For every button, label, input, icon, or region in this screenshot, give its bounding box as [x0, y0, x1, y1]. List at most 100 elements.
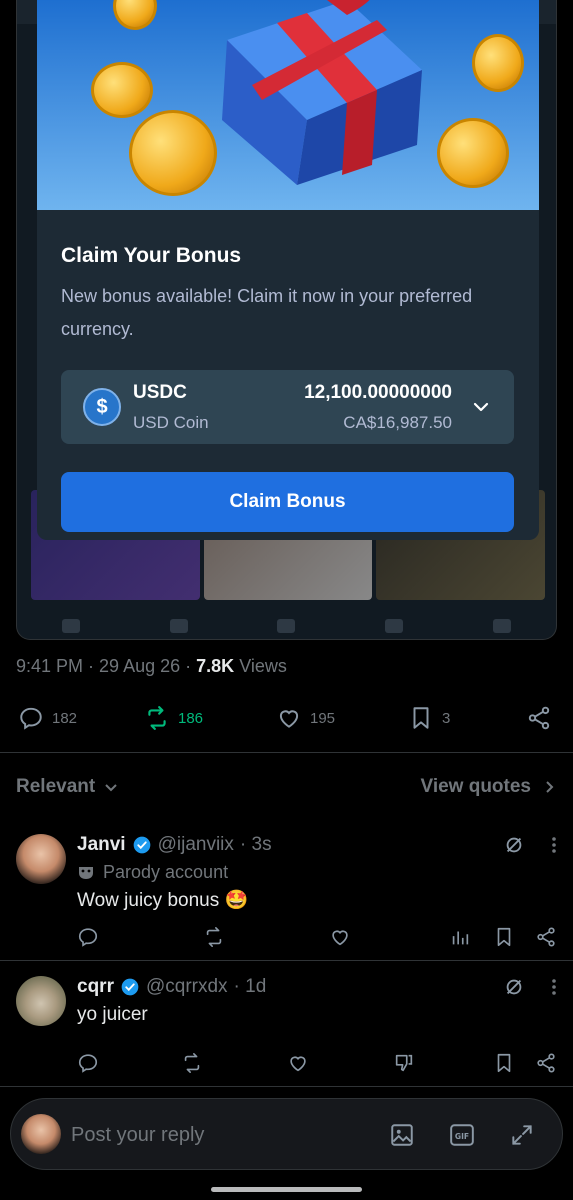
claim-bonus-button[interactable]: Claim Bonus: [61, 472, 514, 532]
reply-item[interactable]: Janvi @ijanviix · 3s Parody account Wow …: [0, 834, 573, 960]
gift-hero-image: [37, 0, 539, 210]
bets-icon: [277, 619, 296, 633]
reply-header: cqrr @cqrrxdx · 1d: [77, 976, 266, 998]
reply-text: Wow juicy bonus 🤩: [77, 890, 249, 911]
heart-icon[interactable]: [287, 1052, 309, 1074]
expand-icon[interactable]: [509, 1122, 535, 1148]
avatar[interactable]: [16, 976, 66, 1026]
reply-tools: [503, 976, 557, 998]
divider: [0, 960, 573, 961]
chat-icon: [493, 619, 512, 633]
tweet-action-bar: 182 186 195 3: [16, 700, 557, 736]
share-icon[interactable]: [535, 1052, 557, 1074]
reply-header: Janvi @ijanviix · 3s: [77, 834, 272, 856]
chevron-right-icon: [546, 781, 554, 793]
views-label: Views: [239, 656, 287, 676]
bonus-modal: Claim Your Bonus New bonus available! Cl…: [37, 0, 539, 540]
sports-icon: [385, 619, 404, 633]
reply-action-bar: [77, 1052, 557, 1078]
verified-badge-icon: [121, 978, 139, 996]
currency-code: USDC: [133, 382, 187, 403]
like-count: 195: [310, 709, 336, 727]
chevron-down-icon: [473, 402, 489, 412]
like-button[interactable]: 195: [276, 700, 335, 736]
parody-account-badge: Parody account: [103, 862, 229, 882]
reply-tools: [503, 834, 557, 856]
tweet-meta: 9:41 PM · 29 Aug 26 · 7.8K Views: [16, 656, 287, 676]
modal-title: Claim Your Bonus: [61, 244, 242, 267]
heart-icon[interactable]: [329, 926, 351, 948]
reply-author-name[interactable]: Janvi: [77, 834, 126, 856]
divider: [0, 752, 573, 753]
browse-icon: [61, 619, 80, 633]
grok-icon[interactable]: [503, 834, 525, 856]
reply-input[interactable]: [71, 1121, 361, 1149]
more-icon[interactable]: [551, 836, 557, 854]
coin-icon: [437, 118, 509, 188]
bookmark-icon[interactable]: [493, 1052, 515, 1074]
bookmark-icon: [413, 707, 429, 729]
tweet-date: 29 Aug 26: [99, 656, 181, 676]
reply-handle: @cqrrxdx: [145, 976, 228, 997]
reply-icon[interactable]: [77, 926, 99, 948]
home-indicator[interactable]: [211, 1187, 362, 1192]
avatar[interactable]: [16, 834, 66, 884]
reply-item[interactable]: cqrr @cqrrxdx · 1d yo juicer: [0, 976, 573, 1086]
share-button[interactable]: [526, 700, 552, 736]
repost-button[interactable]: 186: [144, 700, 203, 736]
sort-label: Relevant: [16, 776, 96, 797]
bonus-amount: 12,100.00000000: [304, 382, 452, 403]
avatar: [21, 1114, 61, 1154]
coin-icon: [472, 34, 524, 92]
divider: [0, 1086, 573, 1087]
reply-button[interactable]: 182: [18, 700, 77, 736]
bonus-fiat-value: CA$16,987.50: [343, 413, 452, 432]
svg-text:GIF: GIF: [455, 1132, 469, 1141]
views-count: 7.8K: [196, 656, 235, 676]
currency-dropdown[interactable]: $ USDC USD Coin 12,100.00000000 CA$16,98…: [61, 370, 514, 444]
reply-count: 182: [52, 709, 78, 727]
tweet-time: 9:41 PM: [16, 656, 84, 676]
share-icon[interactable]: [535, 926, 557, 948]
reply-text: yo juicer: [77, 1004, 148, 1025]
analytics-icon[interactable]: [449, 926, 471, 948]
image-icon[interactable]: [389, 1122, 415, 1148]
bookmark-count: 3: [442, 709, 451, 727]
reply-handle: @ijanviix: [157, 834, 234, 855]
more-icon[interactable]: [551, 978, 557, 996]
view-quotes-link[interactable]: View quotes: [420, 776, 557, 798]
reply-action-bar: [77, 926, 557, 952]
tweet-media-card[interactable]: Claim Your Bonus New bonus available! Cl…: [16, 0, 557, 640]
usdc-coin-icon: $: [83, 388, 121, 426]
gift-box-icon: [222, 0, 422, 185]
repost-count: 186: [178, 709, 204, 727]
reply-author-name[interactable]: cqrr: [77, 976, 114, 998]
modal-description: New bonus available! Claim it now in you…: [61, 286, 473, 339]
embedded-bottom-nav: [17, 612, 556, 639]
grok-icon[interactable]: [503, 976, 525, 998]
coin-icon: [129, 110, 217, 196]
reply-time: · 1d: [233, 976, 267, 997]
coin-icon: [113, 0, 157, 30]
repost-icon[interactable]: [181, 1052, 203, 1074]
verified-badge-icon: [133, 836, 150, 854]
view-quotes-label: View quotes: [420, 776, 531, 797]
reply-icon: [20, 707, 42, 730]
reply-composer: GIF: [10, 1098, 563, 1170]
heart-icon: [279, 710, 299, 728]
dislike-icon[interactable]: [393, 1052, 415, 1074]
gif-icon[interactable]: GIF: [449, 1122, 475, 1148]
sort-dropdown[interactable]: Relevant: [16, 776, 119, 798]
reply-time: · 3s: [239, 834, 272, 855]
coin-icon: [91, 62, 153, 118]
reply-icon[interactable]: [77, 1052, 99, 1074]
bookmark-button[interactable]: 3: [408, 700, 450, 736]
repost-icon[interactable]: [203, 926, 225, 948]
repost-icon: [148, 706, 166, 730]
currency-name: USD Coin: [133, 413, 209, 432]
parody-label: Parody account: [77, 862, 228, 883]
reply-sort-row: Relevant View quotes: [16, 772, 557, 802]
chevron-down-icon: [105, 784, 117, 792]
bookmark-icon[interactable]: [493, 926, 515, 948]
casino-icon: [169, 619, 188, 633]
